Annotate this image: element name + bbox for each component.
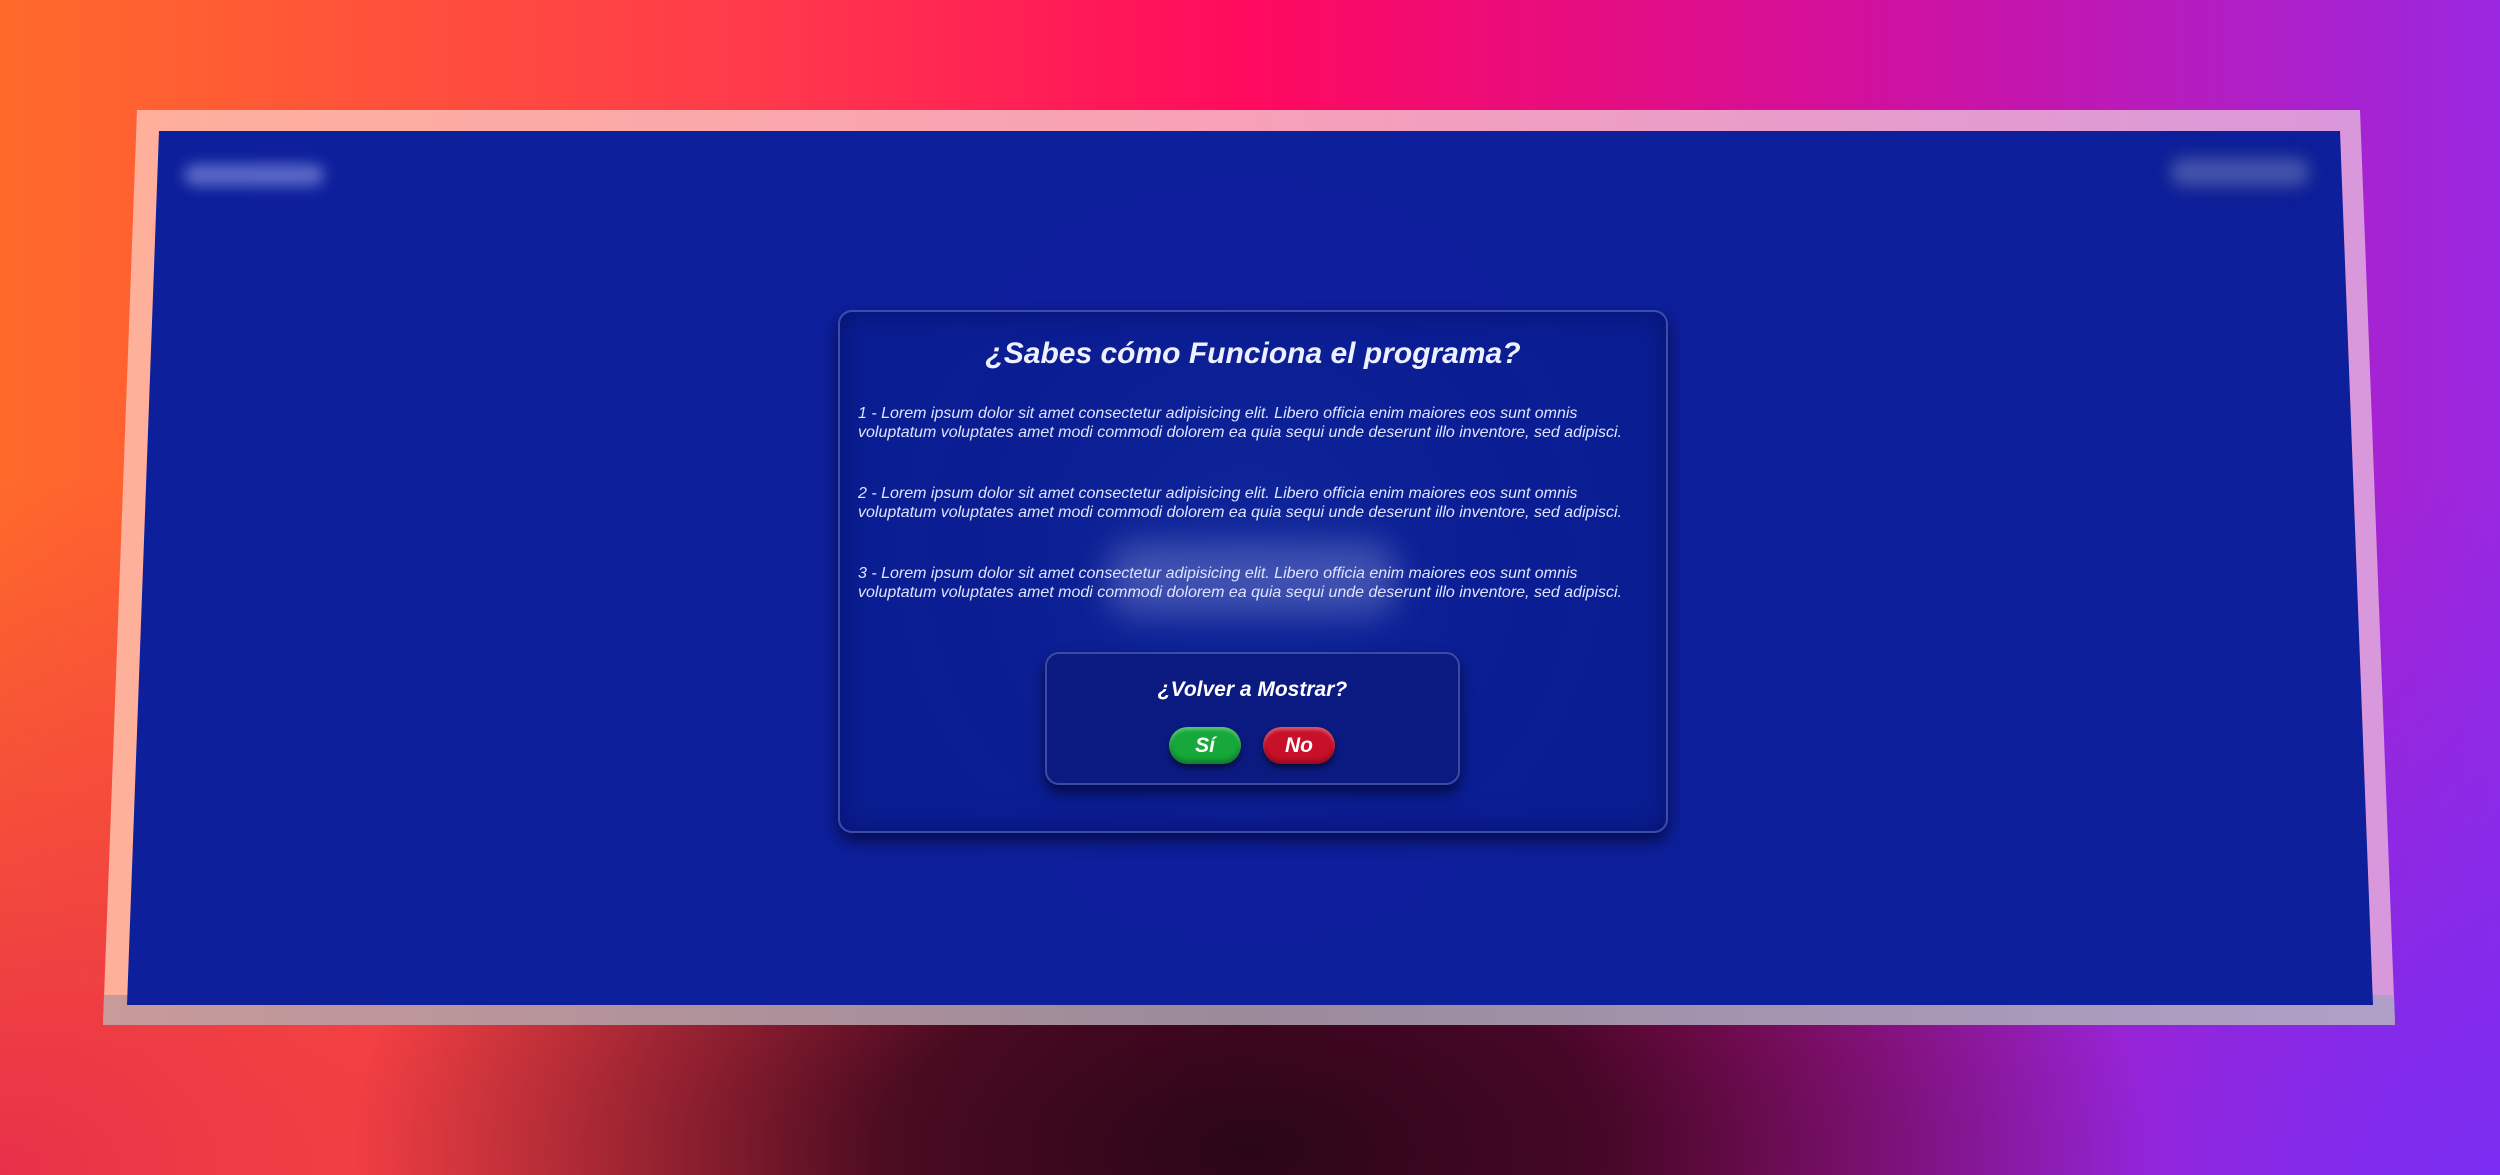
blurred-header-button[interactable] [2170,157,2310,187]
instruction-1: 1 - Lorem ipsum dolor sit amet consectet… [858,405,1622,441]
dialog-title: ¿Sabes cómo Funciona el programa? [985,337,1521,370]
no-button[interactable]: No [1263,727,1335,764]
blurred-app-title [184,164,324,186]
show-again-panel: ¿Volver a Mostrar? Sí No [1045,652,1460,785]
instruction-2: 2 - Lorem ipsum dolor sit amet consectet… [858,485,1622,521]
instruction-3: 3 - Lorem ipsum dolor sit amet consectet… [858,565,1622,601]
show-again-title: ¿Volver a Mostrar? [1157,678,1348,701]
info-dialog: ¿Sabes cómo Funciona el programa? 1 - Lo… [838,310,1668,833]
yes-button[interactable]: Sí [1169,727,1241,764]
